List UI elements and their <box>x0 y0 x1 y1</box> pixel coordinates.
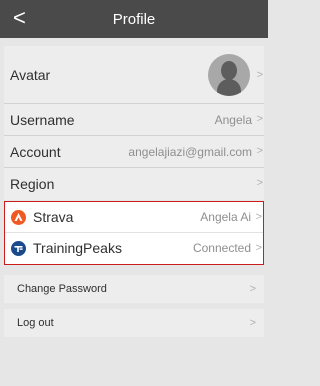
avatar <box>208 54 250 96</box>
chevron-right-icon: > <box>255 211 262 223</box>
avatar-row[interactable]: Avatar > <box>4 46 264 104</box>
log-out-row[interactable]: Log out > <box>4 309 264 337</box>
avatar-head-silhouette <box>221 61 237 80</box>
account-label: Account <box>10 144 61 160</box>
profile-info-group: Avatar > Username Angela > Account angel… <box>4 46 264 200</box>
change-password-label: Change Password <box>17 283 107 295</box>
username-label: Username <box>10 112 75 128</box>
region-label: Region <box>10 176 55 192</box>
chevron-right-icon: > <box>256 145 263 157</box>
page-title: Profile <box>112 11 156 28</box>
trainingpeaks-row[interactable]: TrainingPeaks Connected > <box>5 233 263 264</box>
chevron-right-icon: > <box>256 177 263 189</box>
strava-label: Strava <box>33 209 74 225</box>
change-password-row[interactable]: Change Password > <box>4 275 264 303</box>
username-value: Angela <box>214 113 252 127</box>
chevron-right-icon: > <box>256 113 263 125</box>
chevron-right-icon: > <box>249 283 256 295</box>
trainingpeaks-icon <box>11 241 26 256</box>
change-password-group: Change Password > <box>4 275 264 303</box>
linked-services-group: Strava Angela Ai > TrainingPeaks Connect… <box>4 201 264 265</box>
username-row[interactable]: Username Angela > <box>4 104 264 136</box>
strava-row[interactable]: Strava Angela Ai > <box>5 202 263 233</box>
avatar-label: Avatar <box>10 67 51 83</box>
strava-value: Angela Ai <box>200 210 251 224</box>
chevron-right-icon: > <box>255 242 262 254</box>
account-row[interactable]: Account angelajiazi@gmail.com > <box>4 136 264 168</box>
trainingpeaks-label: TrainingPeaks <box>33 240 122 256</box>
avatar-body-silhouette <box>217 79 241 96</box>
chevron-right-icon: > <box>249 317 256 329</box>
trainingpeaks-value: Connected <box>192 241 251 255</box>
region-row[interactable]: Region > <box>4 168 264 200</box>
strava-icon <box>11 210 26 225</box>
nav-bar: < Profile <box>0 0 268 38</box>
account-value: angelajiazi@gmail.com <box>128 145 252 159</box>
log-out-group: Log out > <box>4 309 264 337</box>
chevron-right-icon: > <box>256 69 263 81</box>
log-out-label: Log out <box>17 317 54 329</box>
